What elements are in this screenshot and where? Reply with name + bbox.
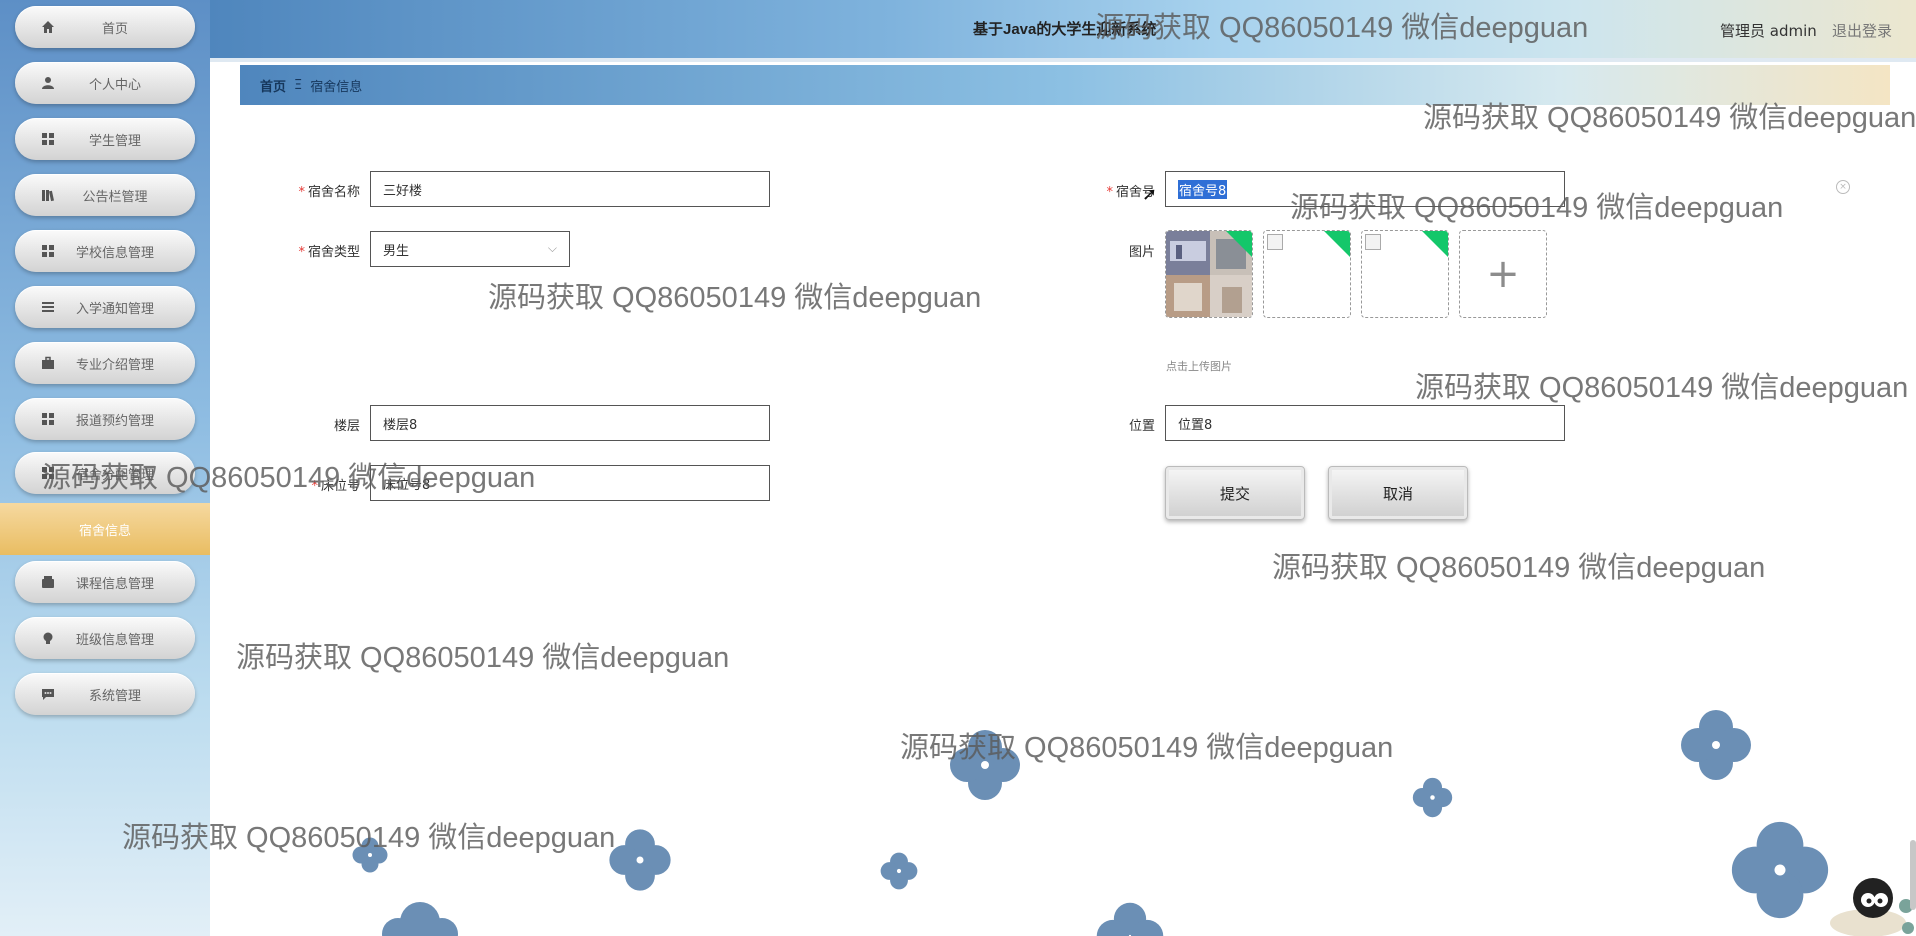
flower-decoration bbox=[1731, 821, 1829, 919]
flower-decoration bbox=[880, 852, 918, 890]
dorm-no-input[interactable]: 宿舍号8 bbox=[1165, 171, 1565, 207]
image-thumbnail[interactable] bbox=[1165, 230, 1253, 318]
sidebar-item-course-info[interactable]: 课程信息管理 bbox=[15, 561, 195, 603]
flower-decoration bbox=[382, 902, 458, 936]
flower-decoration bbox=[1681, 710, 1751, 780]
flower-decoration bbox=[1096, 902, 1164, 936]
dorm-type-select[interactable]: 男生 ⌵ bbox=[370, 231, 570, 267]
wallet-icon bbox=[39, 573, 57, 591]
bed-no-input[interactable]: 床位号8 bbox=[370, 465, 770, 501]
watermark: 源码获取 QQ86050149 微信deepguan bbox=[1415, 372, 1909, 404]
home-icon bbox=[39, 18, 57, 36]
location-input[interactable]: 位置8 bbox=[1165, 405, 1565, 441]
sidebar-item-admission-notice[interactable]: 入学通知管理 bbox=[15, 286, 195, 328]
list-icon bbox=[39, 298, 57, 316]
floor-label: 楼层 bbox=[333, 419, 360, 434]
header-divider bbox=[210, 58, 1916, 62]
image-thumbnail[interactable] bbox=[1263, 230, 1351, 318]
sidebar-item-system-mgmt[interactable]: 系统管理 bbox=[15, 673, 195, 715]
sidebar-item-dorm-mgmt[interactable]: 宿舍分配管理 bbox=[15, 452, 195, 494]
submit-button[interactable]: 提交 bbox=[1165, 466, 1305, 520]
sidebar-item-class-info[interactable]: 班级信息管理 bbox=[15, 617, 195, 659]
dorm-name-label: * 宿舍名称 bbox=[298, 185, 360, 200]
flower-decoration bbox=[950, 730, 1020, 800]
broken-image-icon bbox=[1365, 234, 1381, 250]
user-icon bbox=[39, 74, 57, 92]
plus-icon: + bbox=[1486, 251, 1520, 297]
bed-no-label: * 床位号 bbox=[311, 479, 360, 494]
dorm-name-input[interactable]: 三好楼 bbox=[370, 171, 770, 207]
upload-success-badge bbox=[1324, 231, 1350, 257]
upload-success-badge bbox=[1226, 231, 1252, 257]
chevron-down-icon: ⌵ bbox=[547, 241, 557, 255]
clear-icon[interactable]: × bbox=[1836, 180, 1850, 194]
upload-success-badge bbox=[1422, 231, 1448, 257]
grid-icon bbox=[39, 464, 57, 482]
broken-image-icon bbox=[1267, 234, 1283, 250]
mascot-cat-icon bbox=[1830, 878, 1914, 936]
cancel-button[interactable]: 取消 bbox=[1328, 466, 1468, 520]
watermark: 源码获取 QQ86050149 微信deepguan bbox=[900, 732, 1394, 764]
grid-icon bbox=[39, 242, 57, 260]
top-header: 基于Java的大学生迎新系统 管理员 admin 退出登录 bbox=[210, 0, 1916, 58]
image-label: 图片 bbox=[1128, 245, 1155, 260]
sidebar-item-report-booking[interactable]: 报道预约管理 bbox=[15, 398, 195, 440]
watermark: 源码获取 QQ86050149 微信deepguan bbox=[1272, 552, 1766, 584]
chat-icon bbox=[39, 685, 57, 703]
sidebar-item-notice-board[interactable]: 公告栏管理 bbox=[15, 174, 195, 216]
sidebar-item-home[interactable]: 首页 bbox=[15, 6, 195, 48]
floor-input[interactable]: 楼层8 bbox=[370, 405, 770, 441]
scrollbar-thumb[interactable] bbox=[1910, 840, 1916, 910]
watermark: 源码获取 QQ86050149 微信deepguan bbox=[236, 642, 730, 674]
dorm-no-selected-text: 宿舍号8 bbox=[1178, 179, 1228, 199]
sidebar-item-student-mgmt[interactable]: 学生管理 bbox=[15, 118, 195, 160]
breadcrumb-current: 宿舍信息 bbox=[310, 79, 363, 95]
upload-add-button[interactable]: + bbox=[1459, 230, 1547, 318]
sidebar-item-major-intro[interactable]: 专业介绍管理 bbox=[15, 342, 195, 384]
upload-hint: 点击上传图片 bbox=[1166, 360, 1232, 373]
sidebar: 首页 个人中心 学生管理 公告栏管理 学校信息管理 入学通知管理 专业介绍管理 … bbox=[0, 0, 210, 936]
image-thumbnail[interactable] bbox=[1361, 230, 1449, 318]
flower-decoration bbox=[1412, 777, 1453, 818]
mouse-cursor-icon: ➚ bbox=[1142, 184, 1158, 205]
bulb-icon bbox=[39, 629, 57, 647]
dorm-type-selected: 男生 bbox=[383, 243, 410, 259]
app-title: 基于Java的大学生迎新系统 bbox=[973, 21, 1157, 38]
sidebar-subitem-dorm-info[interactable]: 宿舍信息 bbox=[0, 503, 210, 555]
sidebar-item-personal-center[interactable]: 个人中心 bbox=[15, 62, 195, 104]
current-user: 管理员 admin bbox=[1720, 22, 1817, 40]
watermark: 源码获取 QQ86050149 微信deepguan bbox=[488, 282, 982, 314]
sidebar-item-school-info[interactable]: 学校信息管理 bbox=[15, 230, 195, 272]
briefcase-icon bbox=[39, 354, 57, 372]
breadcrumb: 首页 Ξ 宿舍信息 bbox=[240, 65, 1890, 105]
grid-icon bbox=[39, 130, 57, 148]
breadcrumb-home[interactable]: 首页 bbox=[260, 76, 286, 95]
flower-decoration bbox=[352, 837, 388, 873]
logout-link[interactable]: 退出登录 bbox=[1832, 20, 1892, 41]
breadcrumb-separator-icon: Ξ bbox=[294, 77, 303, 93]
location-label: 位置 bbox=[1128, 419, 1155, 434]
book-icon bbox=[39, 186, 57, 204]
grid-icon bbox=[39, 410, 57, 428]
dorm-type-label: * 宿舍类型 bbox=[298, 245, 360, 260]
flower-decoration bbox=[609, 829, 671, 891]
